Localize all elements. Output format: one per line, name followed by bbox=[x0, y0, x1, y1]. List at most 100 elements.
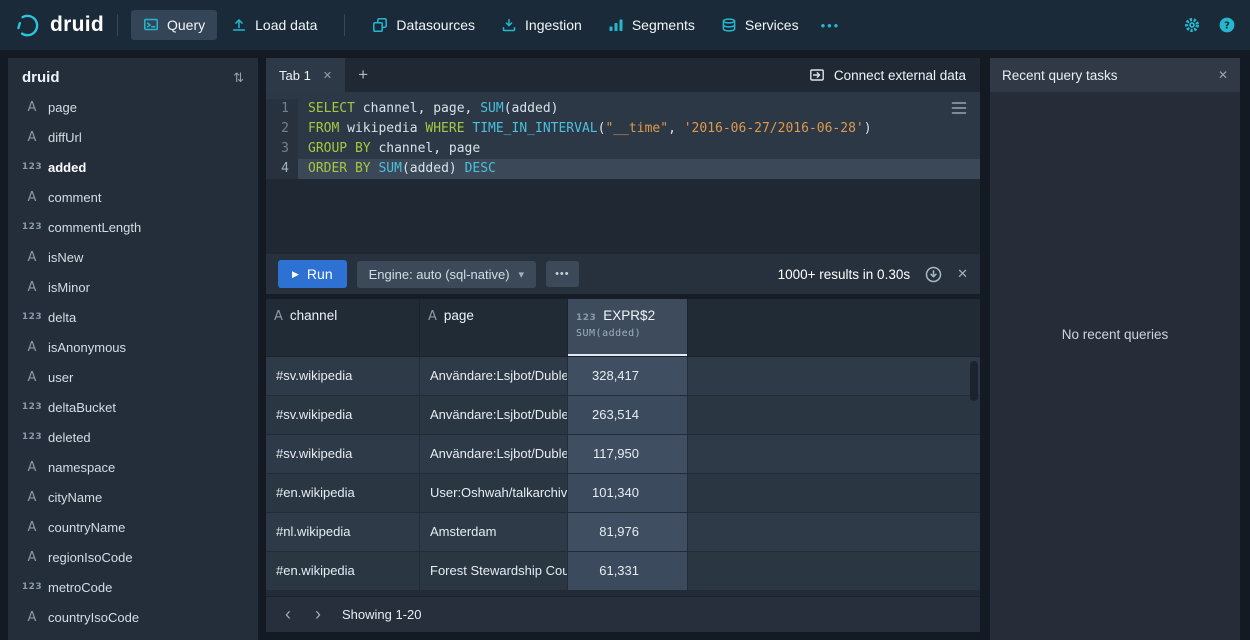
cell-channel[interactable]: #en.wikipedia bbox=[266, 552, 420, 590]
line-number: 2 bbox=[266, 119, 298, 139]
next-page-button[interactable]: › bbox=[304, 601, 332, 629]
sidebar-column-diffUrl[interactable]: AdiffUrl bbox=[8, 122, 258, 152]
column-header-EXPR$2[interactable]: 123EXPR$2SUM(added) bbox=[568, 299, 688, 356]
column-name: added bbox=[48, 160, 86, 175]
sidebar-column-isNew[interactable]: AisNew bbox=[8, 242, 258, 272]
table-row: #en.wikipediaUser:Oshwah/talkarchiv101,3… bbox=[266, 474, 980, 513]
results-header: AchannelApage123EXPR$2SUM(added) bbox=[266, 299, 980, 357]
cell-EXPR$2[interactable]: 117,950 bbox=[568, 435, 688, 473]
ingestion-icon bbox=[501, 17, 517, 33]
string-type-icon: A bbox=[16, 520, 48, 535]
connect-external-data-icon bbox=[809, 67, 825, 83]
string-type-icon: A bbox=[16, 610, 48, 625]
tab-close-icon[interactable]: ✕ bbox=[323, 69, 332, 82]
services-icon bbox=[721, 17, 737, 33]
prev-page-button[interactable]: ‹ bbox=[274, 601, 302, 629]
nav-item-more[interactable]: ••• bbox=[813, 11, 849, 40]
nav-right: ? bbox=[1183, 16, 1236, 34]
sidebar-column-deleted[interactable]: 123deleted bbox=[8, 422, 258, 452]
sidebar-column-delta[interactable]: 123delta bbox=[8, 302, 258, 332]
cell-channel[interactable]: #en.wikipedia bbox=[266, 474, 420, 512]
close-results-icon[interactable]: ✕ bbox=[957, 266, 968, 282]
cell-EXPR$2[interactable]: 101,340 bbox=[568, 474, 688, 512]
cell-page[interactable]: Användare:Lsjbot/Duble bbox=[420, 357, 568, 395]
nav-item-label: Segments bbox=[632, 17, 695, 33]
string-type-icon: A bbox=[16, 370, 48, 385]
nav-item-query[interactable]: Query bbox=[131, 10, 217, 40]
cell-channel[interactable]: #nl.wikipedia bbox=[266, 513, 420, 551]
sidebar-column-countryIsoCode[interactable]: AcountryIsoCode bbox=[8, 602, 258, 632]
column-name: isAnonymous bbox=[48, 340, 126, 355]
tasks-panel-title: Recent query tasks bbox=[1002, 68, 1118, 83]
schema-sidebar: druid ⇅ ApageAdiffUrl123addedAcomment123… bbox=[8, 58, 258, 640]
brand-name: druid bbox=[50, 13, 104, 37]
cell-page[interactable]: User:Oshwah/talkarchiv bbox=[420, 474, 568, 512]
sidebar-column-metroCode[interactable]: 123metroCode bbox=[8, 572, 258, 602]
sort-columns-icon[interactable]: ⇅ bbox=[233, 70, 244, 86]
nav-item-load-data[interactable]: Load data bbox=[219, 10, 329, 40]
cell-channel[interactable]: #sv.wikipedia bbox=[266, 435, 420, 473]
sidebar-column-regionIsoCode[interactable]: AregionIsoCode bbox=[8, 542, 258, 572]
header-filler bbox=[688, 299, 980, 356]
sidebar-column-user[interactable]: Auser bbox=[8, 362, 258, 392]
results-scrollbar[interactable] bbox=[970, 361, 978, 401]
nav-item-label: Query bbox=[167, 17, 205, 33]
tab-tab1[interactable]: Tab 1 ✕ bbox=[266, 58, 345, 92]
cell-EXPR$2[interactable]: 81,976 bbox=[568, 513, 688, 551]
query-more-button[interactable]: ••• bbox=[546, 261, 579, 287]
nav-item-datasources[interactable]: Datasources bbox=[360, 10, 487, 40]
nav-item-services[interactable]: Services bbox=[709, 10, 811, 40]
cell-channel[interactable]: #sv.wikipedia bbox=[266, 357, 420, 395]
sidebar-column-countryName[interactable]: AcountryName bbox=[8, 512, 258, 542]
column-name: cityName bbox=[48, 490, 102, 505]
druid-brand[interactable]: druid bbox=[14, 12, 104, 39]
results-footer: ‹ › Showing 1-20 bbox=[266, 596, 980, 632]
cell-page[interactable]: Användare:Lsjbot/Duble bbox=[420, 396, 568, 434]
string-type-icon: A bbox=[16, 250, 48, 265]
string-type-icon: A bbox=[16, 550, 48, 565]
new-tab-button[interactable]: + bbox=[345, 65, 381, 85]
nav-item-segments[interactable]: Segments bbox=[596, 10, 707, 40]
cell-page[interactable]: Användare:Lsjbot/Duble bbox=[420, 435, 568, 473]
column-header-channel[interactable]: Achannel bbox=[266, 299, 420, 356]
column-subheader: SUM(added) bbox=[576, 328, 679, 339]
help-icon[interactable]: ? bbox=[1218, 16, 1236, 34]
run-button[interactable]: ▶ Run bbox=[278, 260, 347, 288]
nav-item-ingestion[interactable]: Ingestion bbox=[489, 10, 594, 40]
sidebar-column-isMinor[interactable]: AisMinor bbox=[8, 272, 258, 302]
sidebar-column-deltaBucket[interactable]: 123deltaBucket bbox=[8, 392, 258, 422]
sidebar-column-page[interactable]: Apage bbox=[8, 92, 258, 122]
sidebar-column-added[interactable]: 123added bbox=[8, 152, 258, 182]
datasource-title[interactable]: druid bbox=[22, 69, 60, 86]
download-results-icon[interactable] bbox=[925, 266, 942, 283]
settings-gear-icon[interactable] bbox=[1183, 16, 1201, 34]
cell-page[interactable]: Forest Stewardship Cou bbox=[420, 552, 568, 590]
cell-page[interactable]: Amsterdam bbox=[420, 513, 568, 551]
connect-external-data-button[interactable]: Connect external data bbox=[809, 67, 980, 83]
tasks-panel-close-icon[interactable]: ✕ bbox=[1218, 68, 1228, 82]
code-line-2[interactable]: 2FROM wikipedia WHERE TIME_IN_INTERVAL("… bbox=[266, 119, 980, 139]
sidebar-column-commentLength[interactable]: 123commentLength bbox=[8, 212, 258, 242]
column-header-page[interactable]: Apage bbox=[420, 299, 568, 356]
code-line-3[interactable]: 3GROUP BY channel, page bbox=[266, 139, 980, 159]
cell-channel[interactable]: #sv.wikipedia bbox=[266, 396, 420, 434]
column-name: deltaBucket bbox=[48, 400, 116, 415]
datasources-icon bbox=[372, 17, 388, 33]
run-button-label: Run bbox=[307, 266, 333, 282]
code-line-4[interactable]: 4ORDER BY SUM(added) DESC bbox=[266, 159, 980, 179]
cell-EXPR$2[interactable]: 61,331 bbox=[568, 552, 688, 590]
cell-EXPR$2[interactable]: 328,417 bbox=[568, 357, 688, 395]
number-type-icon: 123 bbox=[16, 222, 48, 232]
sidebar-column-isAnonymous[interactable]: AisAnonymous bbox=[8, 332, 258, 362]
sidebar-column-cityName[interactable]: AcityName bbox=[8, 482, 258, 512]
row-filler bbox=[688, 435, 980, 473]
editor-menu-icon[interactable] bbox=[951, 101, 967, 115]
code-line-1[interactable]: 1SELECT channel, page, SUM(added) bbox=[266, 99, 980, 119]
sidebar-column-comment[interactable]: Acomment bbox=[8, 182, 258, 212]
sidebar-column-namespace[interactable]: Anamespace bbox=[8, 452, 258, 482]
cell-EXPR$2[interactable]: 263,514 bbox=[568, 396, 688, 434]
engine-selector[interactable]: Engine: auto (sql-native) ▾ bbox=[357, 261, 536, 288]
top-navbar: druid Query Load data DatasourcesIngestion… bbox=[0, 0, 1250, 50]
sql-editor[interactable]: 1SELECT channel, page, SUM(added)2FROM w… bbox=[266, 92, 980, 254]
table-row: #sv.wikipediaAnvändare:Lsjbot/Duble117,9… bbox=[266, 435, 980, 474]
